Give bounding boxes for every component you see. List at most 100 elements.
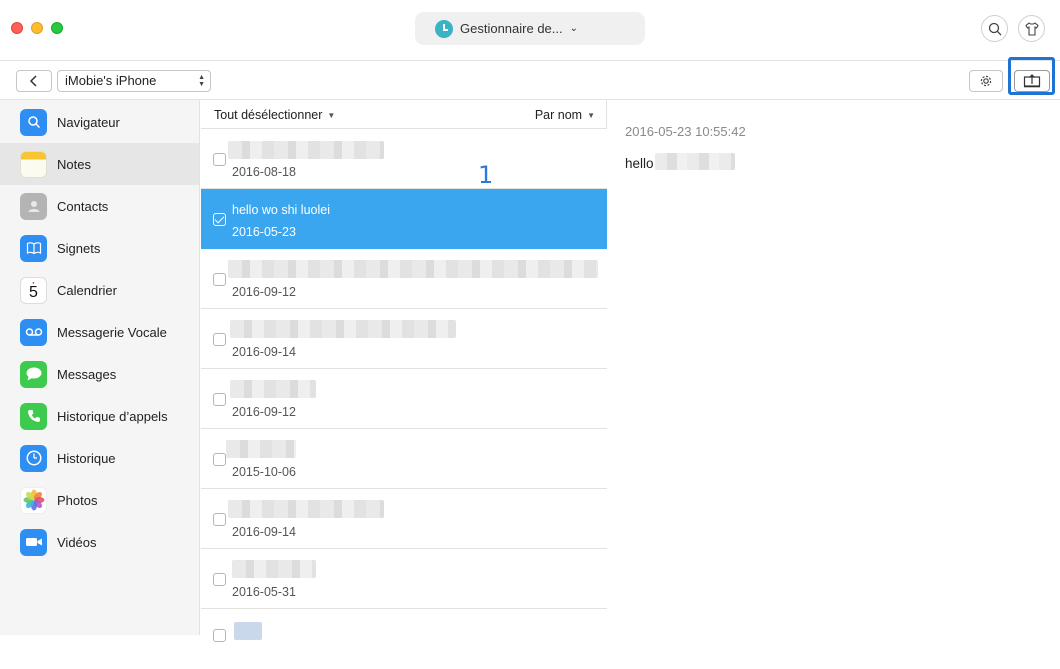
note-date: 2016-09-12: [232, 405, 296, 419]
note-date: 2016-05-23: [232, 225, 296, 239]
sidebar-item-label: Signets: [57, 240, 101, 256]
toolbar: iMobie's iPhone ▲ ▼: [0, 60, 1060, 100]
export-button-highlight: [1008, 57, 1055, 95]
device-select[interactable]: iMobie's iPhone ▲ ▼: [57, 70, 211, 92]
notes-icon: [20, 150, 47, 178]
note-detail-pane: 2016-05-23 10:55:42 hello: [608, 100, 1060, 635]
note-date: 2015-10-06: [232, 465, 296, 479]
sidebar-item-label: Notes: [57, 156, 91, 172]
note-checkbox[interactable]: [213, 629, 226, 642]
contacts-icon: [20, 192, 47, 220]
skin-button[interactable]: [1018, 15, 1045, 42]
note-date: 2016-09-14: [232, 345, 296, 359]
sidebar-item-historique-appels[interactable]: Historique d’appels: [0, 395, 199, 437]
caret-down-icon: ▼: [327, 111, 336, 120]
sort-dropdown[interactable]: Par nom ▼: [535, 108, 595, 122]
note-checkbox[interactable]: [213, 153, 226, 166]
list-item[interactable]: 2016-09-12: [201, 249, 607, 309]
sidebar-item-historique[interactable]: Historique: [0, 437, 199, 479]
note-detail-date: 2016-05-23 10:55:42: [625, 124, 746, 139]
sidebar-item-messages[interactable]: Messages: [0, 353, 199, 395]
clock-icon: [20, 444, 47, 472]
list-item[interactable]: 2015-10-06: [201, 429, 607, 489]
search-button[interactable]: [981, 15, 1008, 42]
manager-dropdown[interactable]: Gestionnaire de... ⌄: [415, 12, 645, 45]
blurred-note-title: [234, 622, 262, 640]
sidebar: Navigateur Notes Contacts Signets ● 5 Ca…: [0, 100, 200, 635]
caret-down-icon: ▼: [587, 111, 595, 120]
device-select-value: iMobie's iPhone: [65, 73, 157, 88]
note-detail-body: hello: [625, 156, 654, 171]
voicemail-icon: [20, 318, 47, 346]
zoom-window-button[interactable]: [51, 22, 63, 34]
minimize-window-button[interactable]: [31, 22, 43, 34]
list-item[interactable]: 2016-08-18: [201, 129, 607, 189]
photos-icon: [20, 486, 47, 514]
blurred-note-title: [230, 320, 456, 338]
sidebar-item-navigateur[interactable]: Navigateur: [0, 101, 199, 143]
sidebar-item-signets[interactable]: Signets: [0, 227, 199, 269]
note-checkbox[interactable]: [213, 453, 226, 466]
manager-dropdown-label: Gestionnaire de...: [460, 21, 563, 36]
sidebar-item-label: Historique: [57, 450, 116, 466]
clock-app-icon: [435, 19, 453, 38]
title-bar: Gestionnaire de... ⌄: [0, 0, 1060, 60]
blurred-note-title: [228, 260, 598, 278]
note-title: hello wo shi luolei: [232, 203, 330, 217]
safari-icon: [20, 108, 47, 136]
deselect-all-dropdown[interactable]: Tout désélectionner ▼: [214, 108, 335, 122]
gear-icon: [980, 75, 992, 87]
note-date: 2016-05-31: [232, 585, 296, 599]
calendar-day: 5: [29, 283, 38, 301]
blurred-note-title: [228, 141, 384, 159]
book-icon: [20, 234, 47, 262]
blurred-note-title: [230, 380, 316, 398]
updown-arrows-icon: ▲ ▼: [198, 74, 205, 88]
note-checkbox[interactable]: [213, 273, 226, 286]
sidebar-item-label: Messages: [57, 366, 117, 382]
blurred-note-title: [232, 560, 316, 578]
close-window-button[interactable]: [11, 22, 23, 34]
list-item[interactable]: [201, 609, 607, 669]
sidebar-item-label: Photos: [57, 492, 98, 508]
list-item[interactable]: 2016-09-14: [201, 489, 607, 549]
video-icon: [20, 528, 47, 556]
messages-icon: [20, 360, 47, 388]
sidebar-item-label: Messagerie Vocale: [57, 324, 167, 340]
chevron-down-icon: ⌄: [569, 23, 579, 34]
chevron-left-icon: [29, 75, 37, 87]
annotation-marker-1: 1: [478, 161, 494, 189]
list-item[interactable]: 2016-09-14: [201, 309, 607, 369]
sidebar-item-label: Navigateur: [57, 114, 120, 130]
phone-icon: [20, 402, 47, 430]
search-icon: [988, 22, 1001, 35]
note-checkbox[interactable]: [213, 573, 226, 586]
list-item[interactable]: hello wo shi luolei 2016-05-23: [201, 189, 607, 249]
blurred-note-title: [226, 440, 296, 458]
back-button[interactable]: [16, 70, 52, 92]
sort-label: Par nom: [534, 108, 583, 122]
list-item[interactable]: 2016-09-12: [201, 369, 607, 429]
sidebar-item-videos[interactable]: Vidéos: [0, 521, 199, 563]
deselect-all-label: Tout désélectionner: [214, 108, 323, 122]
sidebar-item-label: Contacts: [57, 198, 109, 214]
sidebar-item-photos[interactable]: Photos: [0, 479, 199, 521]
list-header: Tout désélectionner ▼ Par nom ▼: [201, 100, 607, 129]
sidebar-item-label: Calendrier: [57, 282, 117, 298]
sidebar-item-contacts[interactable]: Contacts: [0, 185, 199, 227]
notes-list: Tout désélectionner ▼ Par nom ▼ 2016-08-18…: [201, 100, 607, 669]
blurred-note-title: [228, 500, 384, 518]
sidebar-item-messagerie-vocale[interactable]: Messagerie Vocale: [0, 311, 199, 353]
blurred-note-body: [655, 153, 735, 170]
sidebar-item-label: Vidéos: [57, 534, 97, 550]
note-checkbox[interactable]: [213, 333, 226, 346]
shirt-icon: [1024, 21, 1039, 36]
settings-button[interactable]: [969, 70, 1003, 92]
note-date: 2016-09-14: [232, 525, 296, 539]
note-checkbox[interactable]: [213, 513, 226, 526]
list-item[interactable]: 2016-05-31: [201, 549, 607, 609]
sidebar-item-notes[interactable]: Notes: [0, 143, 199, 185]
note-checkbox[interactable]: [213, 393, 226, 406]
note-checkbox[interactable]: [213, 213, 226, 226]
sidebar-item-calendrier[interactable]: ● 5 Calendrier: [0, 269, 199, 311]
